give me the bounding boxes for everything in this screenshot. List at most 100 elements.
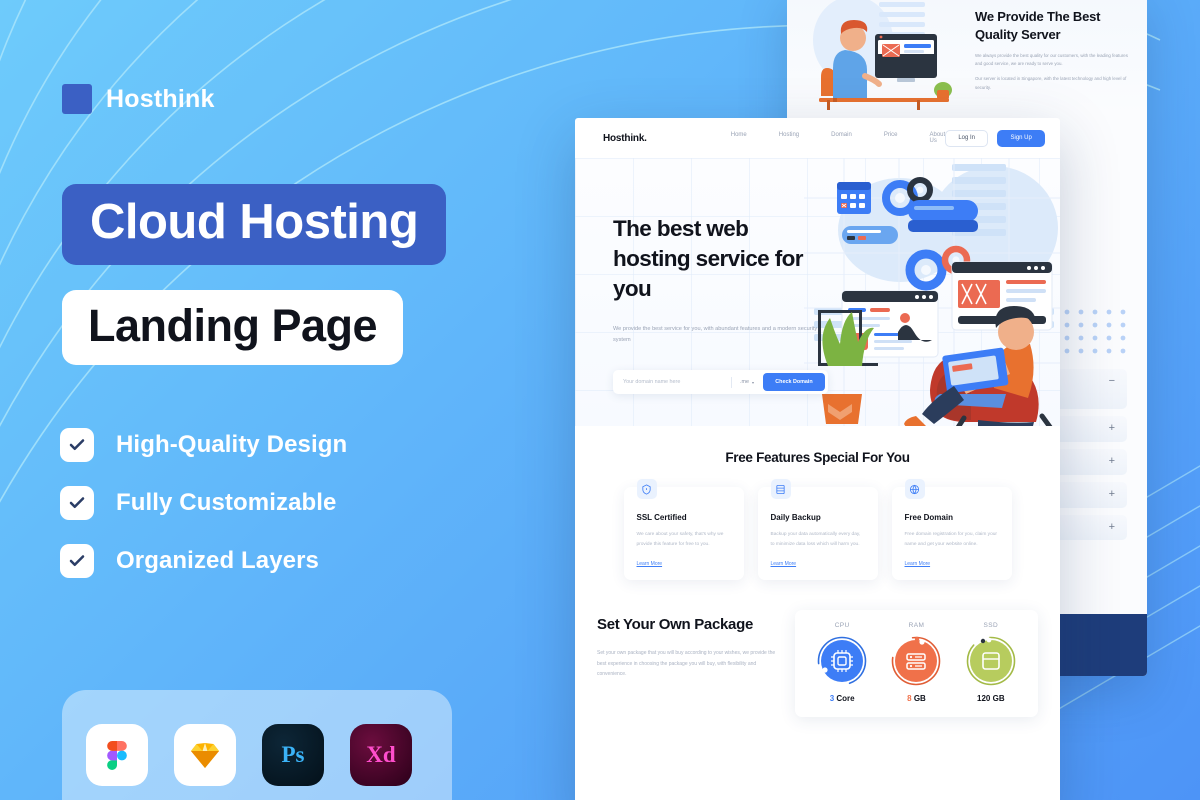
back-hero-section: We Provide The Best Quality Server We al…: [787, 0, 1147, 114]
promo-subtitle: Landing Page: [88, 300, 378, 351]
adobe-xd-label: Xd: [366, 742, 396, 767]
app-compatibility-dock: Ps Xd: [62, 690, 452, 800]
package-dials-panel: CPU 3 Core RAM 8 GB SSD 120 GB: [795, 610, 1038, 718]
promo-subtitle-badge: Landing Page: [62, 290, 404, 365]
back-hero-paragraph-2: Our server is located in Singapore, with…: [975, 76, 1127, 90]
feature-card-ssl[interactable]: SSL Certified We care about your safety,…: [623, 479, 744, 581]
brand: Hosthink: [62, 84, 215, 114]
dial-label: CPU: [834, 622, 850, 630]
domain-search-bar[interactable]: Your domain name here .me ▾ Check Domain: [613, 370, 828, 395]
dial-ring[interactable]: [817, 636, 867, 686]
nav-item-about-us[interactable]: About Us: [929, 132, 945, 144]
database-icon: [770, 479, 791, 499]
plus-icon[interactable]: +: [1109, 521, 1115, 532]
dial-cpu[interactable]: CPU 3 Core: [817, 622, 867, 703]
feature-card-desc: We care about your safety, that's why we…: [636, 532, 724, 547]
hero-section: The best web hosting service for you We …: [575, 158, 1060, 426]
plus-icon[interactable]: +: [1109, 489, 1115, 500]
login-button[interactable]: Log In: [945, 129, 989, 147]
photoshop-icon: Ps: [262, 724, 324, 786]
feature-card-domain[interactable]: Free Domain Free domain registration for…: [891, 479, 1012, 581]
dial-label: RAM: [908, 622, 925, 630]
chevron-down-icon: ▾: [751, 379, 754, 385]
nav-links: Home Hosting Domain Price About Us: [731, 132, 945, 144]
dial-ring[interactable]: [966, 636, 1016, 686]
dial-value: 8 GB: [891, 694, 941, 703]
dial-value: 3 Core: [817, 694, 867, 703]
plus-icon[interactable]: +: [1109, 456, 1115, 467]
list-item: Organized Layers: [60, 544, 347, 578]
promo-title-badge: Cloud Hosting: [62, 184, 447, 265]
list-item: Fully Customizable: [60, 486, 347, 520]
globe-icon: [904, 479, 925, 499]
feature-card-desc: Backup your data automatically every day…: [770, 532, 861, 547]
feature-card-title: SSL Certified: [636, 513, 687, 522]
brand-name: Hosthink: [106, 84, 215, 113]
tld-value: .me: [739, 379, 749, 386]
signup-button[interactable]: Sign Up: [997, 129, 1046, 147]
divider: [730, 376, 732, 388]
promo-panel: Hosthink Cloud Hosting Landing Page High…: [0, 0, 575, 800]
package-section: Set Your Own Package Set your own packag…: [575, 610, 1060, 718]
plus-icon[interactable]: +: [1109, 423, 1115, 434]
package-paragraph: Set your own package that you will buy a…: [597, 650, 776, 678]
hero-illustration: [804, 158, 1060, 426]
promo-title: Cloud Hosting: [90, 195, 419, 249]
brand-logo-icon: [62, 84, 92, 114]
nav-actions: Log In Sign Up: [945, 129, 1046, 147]
nav-logo[interactable]: Hosthink.: [603, 133, 647, 144]
back-hero-paragraph-1: We always provide the best quality for o…: [975, 53, 1128, 67]
free-features-section: Free Features Special For You SSL Certif…: [575, 426, 1060, 581]
dot-grid-decoration: [1050, 309, 1126, 354]
navbar: Hosthink. Home Hosting Domain Price Abou…: [575, 118, 1060, 158]
tld-dropdown[interactable]: .me ▾: [740, 379, 754, 385]
dial-label: SSD: [983, 622, 999, 630]
dial-ring[interactable]: [891, 636, 941, 686]
learn-more-link[interactable]: Learn More: [637, 561, 731, 567]
feature-label: Fully Customizable: [116, 489, 337, 516]
dial-value-unit: Core: [836, 694, 855, 704]
dial-ram[interactable]: RAM 8 GB: [891, 622, 941, 703]
adobe-xd-icon: Xd: [350, 724, 412, 786]
check-icon: [60, 486, 94, 520]
feature-card-title: Daily Backup: [770, 513, 821, 522]
dial-value-unit: GB: [913, 694, 926, 704]
check-icon: [60, 544, 94, 578]
feature-card-backup[interactable]: Daily Backup Backup your data automatica…: [757, 479, 878, 581]
figma-icon: [86, 724, 148, 786]
promo-feature-list: High-Quality Design Fully Customizable O…: [60, 428, 347, 578]
photoshop-label: Ps: [281, 742, 305, 767]
hero-paragraph: We provide the best service for you, wit…: [613, 325, 818, 343]
minus-icon[interactable]: −: [1109, 376, 1115, 387]
nav-item-home[interactable]: Home: [731, 132, 747, 144]
list-item: High-Quality Design: [60, 428, 347, 462]
nav-item-price[interactable]: Price: [884, 132, 898, 144]
check-icon: [60, 428, 94, 462]
nav-item-hosting[interactable]: Hosting: [779, 132, 799, 144]
feature-card-title: Free Domain: [904, 513, 953, 522]
desk-worker-illustration: [813, 0, 952, 110]
nav-item-domain[interactable]: Domain: [831, 132, 852, 144]
mockup-screen-front: Hosthink. Home Hosting Domain Price Abou…: [575, 118, 1060, 800]
hero-copy: The best web hosting service for you We …: [613, 214, 828, 395]
dial-value-number: 8: [907, 694, 912, 704]
dial-value: 120 GB: [966, 694, 1016, 703]
feature-label: Organized Layers: [116, 547, 320, 574]
shield-icon: [636, 479, 657, 499]
back-hero-heading: We Provide The Best Quality Server: [975, 9, 1101, 42]
check-domain-button[interactable]: Check Domain: [763, 373, 825, 392]
domain-search-input[interactable]: Your domain name here: [623, 379, 723, 385]
dial-value-number: 120: [977, 694, 991, 704]
feature-cards: SSL Certified We care about your safety,…: [597, 479, 1038, 581]
learn-more-link[interactable]: Learn More: [771, 561, 865, 567]
dial-value-unit: GB: [992, 694, 1005, 704]
sketch-icon: [174, 724, 236, 786]
back-hero-copy: We Provide The Best Quality Server We al…: [975, 8, 1135, 92]
dial-ssd[interactable]: SSD 120 GB: [966, 622, 1016, 703]
learn-more-link[interactable]: Learn More: [905, 561, 999, 567]
feature-card-desc: Free domain registration for you, claim …: [904, 532, 998, 547]
feature-label: High-Quality Design: [116, 431, 348, 458]
package-heading: Set Your Own Package: [597, 616, 754, 634]
hero-heading: The best web hosting service for you: [613, 216, 804, 301]
section-title: Free Features Special For You: [725, 450, 910, 465]
